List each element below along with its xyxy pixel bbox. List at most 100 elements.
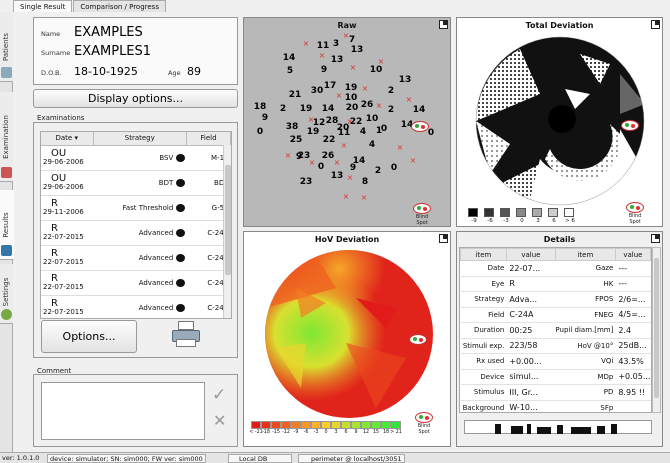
raw-value: 38 [286,122,299,132]
raw-value: 10 [366,114,379,124]
raw-value: 2 [388,86,394,96]
details-col-value2: value [614,248,651,261]
raw-value: 9 [321,65,327,75]
raw-missed-marker: × [397,143,404,152]
hov-blind-spot-legend: Blind Spot [412,412,436,435]
td-legend-swatch [484,208,494,217]
raw-value: 4 [369,140,375,150]
status-server: perimeter @ localhost/3051 [298,454,405,463]
timeline-strip [464,420,652,434]
raw-value: 21 [289,90,302,100]
raw-value: 19 [300,104,313,114]
hov-legend-label: > 21 [390,430,402,435]
details-scrollbar-thumb[interactable] [654,258,659,398]
hov-legend: < -21 -18 -15 -12 -9 -6 -3 0 3 6 9 12 15 18 > 21 [249,421,406,441]
status-version: ver: 1.0.1.0 [2,454,40,462]
raw-value: 19 [307,127,320,137]
raw-blind-spot-marker [408,121,432,139]
raw-value: 26 [322,151,335,161]
details-row: Strategy Adva... FPOS 2/6=... [460,291,651,308]
raw-missed-marker: × [341,141,348,150]
details-row: Stimuli exp. 223/58 HoV @10° 25dB... [460,338,651,354]
raw-missed-marker: × [285,151,292,160]
hov-legend-swatch [281,421,291,429]
details-title: Details [543,235,576,244]
td-legend-label: -3 [503,218,509,224]
hov-legend-swatch [391,421,401,429]
td-legend-swatch [500,208,510,217]
details-row: Background W-10... SFp [460,400,651,412]
details-row: Rx used +0.00... VQi 43.5% [460,353,651,370]
raw-value: 22 [323,135,336,145]
hov-legend-swatch [341,421,351,429]
raw-blind-spot-legend: Blind Spot [410,203,434,226]
raw-value: 4 [360,127,366,137]
raw-missed-marker: × [376,101,383,110]
details-col-value: value [505,248,556,261]
hov-legend-swatch [351,421,361,429]
details-table-container: item value item value Date 22-07... Gaze --… [459,247,652,413]
hov-legend-swatch [331,421,341,429]
hov-deviation-map [265,250,433,418]
td-legend-swatch [532,208,542,217]
td-blind-spot-legend: Blind Spot [623,202,647,225]
status-device: device: simulator; SN: sim000; FW ver: s… [47,454,206,463]
details-row: Device simul... MDp +0.05... [460,369,651,385]
td-legend-swatch [516,208,526,217]
details-scrollbar[interactable] [652,247,661,413]
raw-value: 10 [370,65,383,75]
hov-blind-spot-marker [406,334,430,352]
details-row: Field C-24A FNEG 4/5=... [460,307,651,323]
raw-missed-marker: × [336,91,343,100]
raw-missed-marker: × [361,193,368,202]
td-legend-label: -9 [471,218,477,224]
raw-value: 26 [361,100,374,110]
td-legend-label: 0 [520,218,524,224]
td-legend-swatch [468,208,478,217]
expand-details-icon[interactable] [651,234,660,243]
raw-value: 17 [324,81,337,91]
td-legend-label: > 6 [565,218,575,224]
raw-value: 7 [349,35,355,45]
raw-value: 13 [331,55,344,65]
td-blind-spot-marker [618,120,642,138]
raw-missed-marker: × [410,156,417,165]
raw-missed-marker: × [319,51,326,60]
raw-value: 23 [300,177,313,187]
raw-value: 13 [331,171,344,181]
details-table: item value item value Date 22-07... Gaze --… [460,248,651,412]
raw-value: 30 [311,86,324,96]
hov-legend-swatch [371,421,381,429]
raw-value: 14 [322,104,335,114]
raw-value: 18 [254,102,267,112]
raw-missed-marker: × [303,39,310,48]
raw-missed-marker: × [406,95,413,104]
details-row: Date 22-07... Gaze --- [460,260,651,277]
raw-value: 13 [351,45,364,55]
raw-value: 0 [391,163,397,173]
td-legend-swatch [548,208,558,217]
raw-value: 8 [362,177,368,187]
raw-value: 11 [338,128,351,138]
expand-total-deviation-icon[interactable] [651,20,660,29]
hov-legend-swatch [301,421,311,429]
raw-value: 2 [388,105,394,115]
raw-value: 19 [345,83,358,93]
raw-value: 10 [345,93,358,103]
raw-value: 0 [257,127,263,137]
raw-value: 20 [346,103,359,113]
raw-value: 5 [287,66,293,76]
hov-legend-swatch [361,421,371,429]
raw-value: 1 [376,126,382,136]
td-legend-swatch [564,208,574,217]
raw-value: 14 [413,105,426,115]
expand-hov-icon[interactable] [439,234,448,243]
total-deviation-title: Total Deviation [525,21,594,30]
raw-value: 14 [283,53,296,63]
raw-value: 11 [317,41,330,51]
raw-value: 23 [298,151,311,161]
hov-title: HoV Deviation [314,235,380,244]
hov-legend-swatch [291,421,301,429]
status-db: Local DB [228,454,292,463]
details-row: Duration 00:25 Pupil diam.[mm] 2.4 [460,322,651,339]
